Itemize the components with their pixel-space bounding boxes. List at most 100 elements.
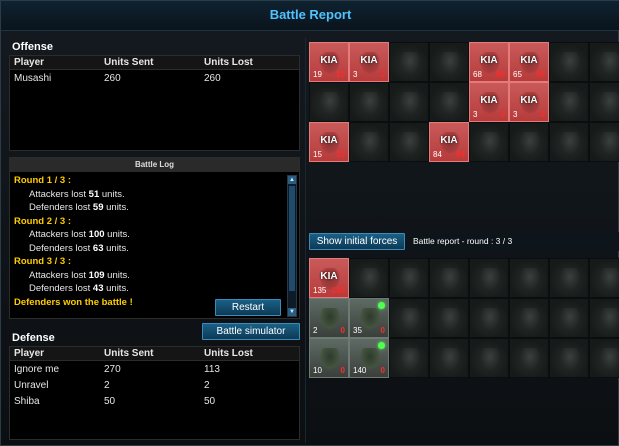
unit-slot[interactable]: 35 0 bbox=[349, 298, 389, 338]
unit-slot[interactable]: KIA 3 3 bbox=[509, 82, 549, 122]
unit-lost-count: 68 bbox=[496, 70, 505, 79]
unit-slot[interactable]: KIA 19 19 bbox=[309, 42, 349, 82]
unit-silhouette-icon bbox=[400, 52, 420, 74]
kia-label: KIA bbox=[320, 55, 338, 66]
unit-slot-empty bbox=[389, 42, 429, 82]
unit-slot[interactable]: KIA 3 3 bbox=[349, 42, 389, 82]
unit-slot[interactable]: 140 0 bbox=[349, 338, 389, 378]
unit-slot-empty bbox=[349, 258, 389, 298]
battle-report-window: Battle Report Offense Player Units Sent … bbox=[0, 0, 619, 446]
unit-slot-empty bbox=[589, 82, 619, 122]
unit-slot[interactable]: KIA 68 68 bbox=[469, 42, 509, 82]
unit-silhouette-icon bbox=[560, 92, 580, 114]
unit-silhouette-icon bbox=[480, 308, 500, 330]
unit-slot-empty bbox=[509, 258, 549, 298]
round-label: Battle report - round : 3 / 3 bbox=[413, 236, 513, 246]
unit-silhouette-icon bbox=[480, 132, 500, 154]
col-units-sent: Units Sent bbox=[104, 348, 154, 359]
unit-slot[interactable]: KIA 3 3 bbox=[469, 82, 509, 122]
unit-silhouette-icon bbox=[440, 52, 460, 74]
table-row: Shiba 50 50 bbox=[10, 393, 299, 409]
defense-table: Player Units Sent Units Lost Ignore me 2… bbox=[9, 346, 300, 440]
unit-slot-empty bbox=[549, 298, 589, 338]
battle-simulator-button[interactable]: Battle simulator bbox=[202, 323, 300, 340]
unit-silhouette-icon bbox=[440, 268, 460, 290]
unit-silhouette-icon bbox=[600, 132, 619, 154]
col-player: Player bbox=[14, 348, 45, 359]
unit-slot-empty bbox=[469, 338, 509, 378]
round-line: Round 1 / 3 : bbox=[14, 175, 71, 186]
unit-slot-empty bbox=[509, 298, 549, 338]
unit-slot-empty bbox=[549, 42, 589, 82]
unit-silhouette-icon bbox=[600, 52, 619, 74]
units-sent: 2 bbox=[104, 379, 110, 391]
player-name: Ignore me bbox=[14, 363, 60, 375]
table-row: Ignore me 270 113 bbox=[10, 361, 299, 377]
unit-count: 3 bbox=[473, 110, 478, 119]
unit-count: 68 bbox=[473, 70, 482, 79]
unit-slot-empty bbox=[429, 82, 469, 122]
unit-lost-count: 65 bbox=[536, 70, 545, 79]
col-units-sent: Units Sent bbox=[104, 57, 154, 68]
offense-table: Player Units Sent Units Lost Musashi 260… bbox=[9, 55, 300, 151]
unit-lost-count: 15 bbox=[336, 150, 345, 159]
units-sent: 50 bbox=[104, 395, 116, 407]
unit-silhouette-icon bbox=[520, 268, 540, 290]
unit-slot[interactable]: KIA 84 84 bbox=[429, 122, 469, 162]
scroll-up-icon[interactable]: ▲ bbox=[288, 176, 296, 184]
unit-silhouette-icon bbox=[520, 348, 540, 370]
battle-log-title: Battle Log bbox=[10, 158, 299, 172]
unit-slot[interactable]: 20 bbox=[309, 298, 349, 338]
unit-count: 3 bbox=[353, 70, 358, 79]
table-row: Unravel 2 2 bbox=[10, 377, 299, 393]
unit-count: 15 bbox=[313, 150, 322, 159]
scroll-down-icon[interactable]: ▼ bbox=[288, 308, 296, 316]
kia-label: KIA bbox=[440, 135, 458, 146]
unit-lost-count: 0 bbox=[340, 326, 345, 335]
defenders-line: Defenders lost 63 units. bbox=[29, 242, 129, 254]
attackers-line: Attackers lost 51 units. bbox=[29, 188, 125, 200]
unit-silhouette-icon bbox=[320, 348, 340, 370]
unit-count: 2 bbox=[313, 326, 318, 335]
offense-table-header: Player Units Sent Units Lost bbox=[10, 56, 299, 70]
unit-silhouette-icon bbox=[400, 92, 420, 114]
unit-slot[interactable]: KIA 15 15 bbox=[309, 122, 349, 162]
unit-slot[interactable]: 10 0 bbox=[309, 338, 349, 378]
unit-silhouette-icon bbox=[600, 92, 619, 114]
round-bar: Show initial forces Battle report - roun… bbox=[309, 232, 619, 251]
round-line: Round 2 / 3 : bbox=[14, 215, 71, 227]
unit-lost-count: 3 bbox=[380, 70, 385, 79]
defenders-line: Defenders lost 43 units. bbox=[29, 283, 129, 294]
kia-label: KIA bbox=[480, 55, 498, 66]
unit-slot[interactable]: KIA 65 65 bbox=[509, 42, 549, 82]
unit-count: 140 bbox=[353, 366, 367, 375]
unit-silhouette-icon bbox=[320, 308, 340, 330]
unit-silhouette-icon bbox=[400, 308, 420, 330]
kia-label: KIA bbox=[320, 135, 338, 146]
player-name: Unravel bbox=[14, 379, 49, 391]
unit-silhouette-icon bbox=[360, 132, 380, 154]
unit-silhouette-icon bbox=[360, 92, 380, 114]
unit-slot-empty bbox=[389, 122, 429, 162]
unit-silhouette-icon bbox=[440, 348, 460, 370]
player-name: Shiba bbox=[14, 395, 40, 407]
kia-label: KIA bbox=[520, 55, 538, 66]
unit-lost-count: 0 bbox=[340, 366, 345, 375]
unit-slot[interactable]: KIA 135 135 bbox=[309, 258, 349, 298]
unit-silhouette-icon bbox=[480, 348, 500, 370]
unit-silhouette-icon bbox=[360, 268, 380, 290]
unit-silhouette-icon bbox=[560, 268, 580, 290]
unit-slot-empty bbox=[429, 42, 469, 82]
unit-slot-empty bbox=[549, 258, 589, 298]
show-initial-forces-button[interactable]: Show initial forces bbox=[309, 233, 405, 250]
title-bar: Battle Report bbox=[1, 1, 619, 31]
unit-silhouette-icon bbox=[400, 132, 420, 154]
units-lost: 50 bbox=[204, 395, 216, 407]
units-lost: 260 bbox=[204, 72, 221, 84]
unit-slot-empty bbox=[349, 82, 389, 122]
restart-button[interactable]: Restart bbox=[215, 299, 281, 316]
scroll-thumb[interactable] bbox=[289, 186, 295, 291]
log-scrollbar[interactable]: ▲ ▼ bbox=[287, 175, 297, 317]
unit-slot-empty bbox=[389, 258, 429, 298]
unit-silhouette-icon bbox=[440, 308, 460, 330]
